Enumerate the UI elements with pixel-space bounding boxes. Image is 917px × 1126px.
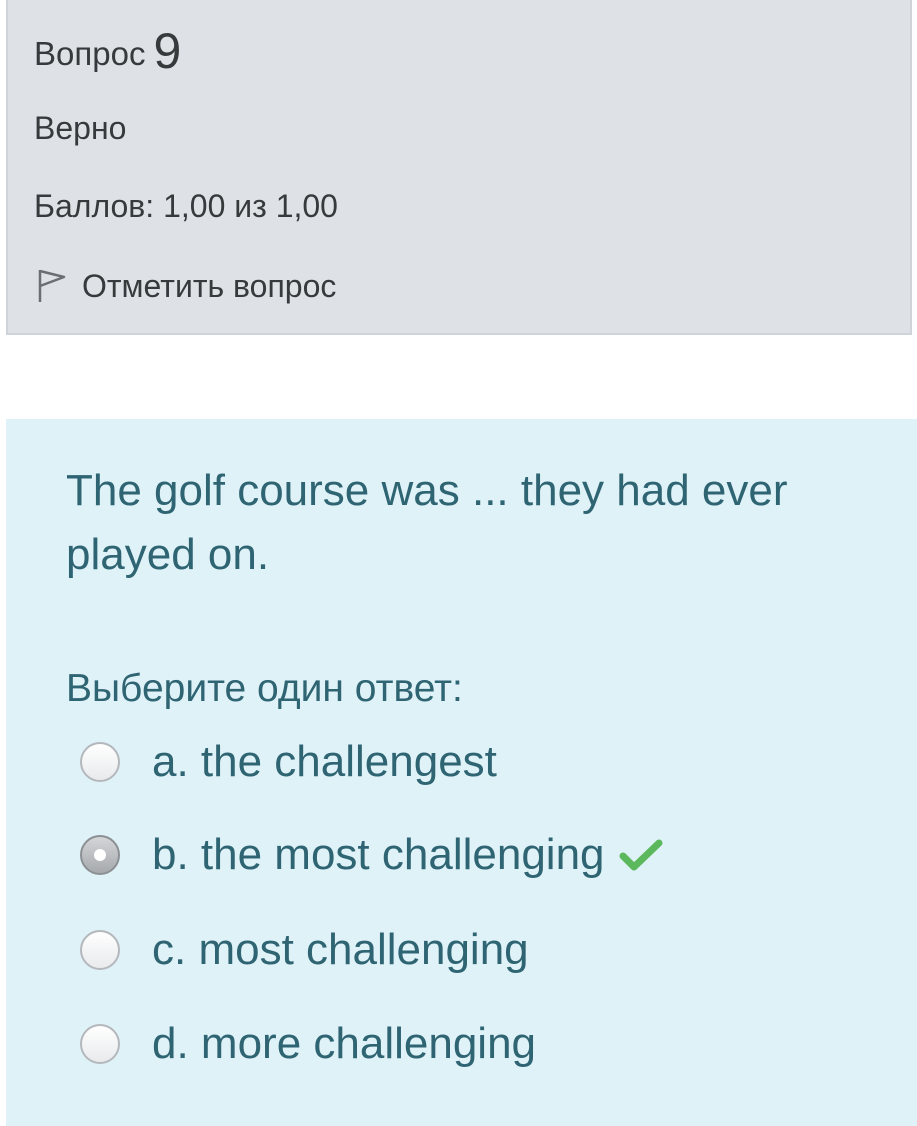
flag-question-link[interactable]: Отметить вопрос [34, 266, 336, 306]
radio-button-c[interactable] [80, 930, 120, 970]
question-text: The golf course was ... they had ever pl… [66, 466, 788, 579]
check-icon [619, 838, 663, 872]
question-number-value: 9 [153, 23, 182, 79]
answer-label-c: c. most challenging [152, 925, 529, 974]
radio-button-d[interactable] [80, 1024, 120, 1064]
answer-label-d: d. more challenging [152, 1019, 537, 1068]
radio-button-b[interactable] [80, 835, 120, 875]
answer-label-b: b. the most challenging [152, 830, 605, 879]
answer-option-a[interactable]: a. the challengest [80, 737, 497, 787]
answer-label-a: a. the challengest [152, 737, 497, 786]
flag-label: Отметить вопрос [82, 267, 337, 304]
answer-option-c[interactable]: c. most challenging [80, 925, 529, 975]
answer-option-d[interactable]: d. more challenging [80, 1019, 536, 1069]
answer-option-b[interactable]: b. the most challenging [80, 830, 663, 880]
radio-button-a[interactable] [80, 742, 120, 782]
answer-prompt: Выберите один ответ: [66, 667, 463, 710]
question-grade: Баллов: 1,00 из 1,00 [34, 188, 338, 224]
question-label: Вопрос [34, 35, 146, 72]
question-formulation: The golf course was ... they had ever pl… [6, 419, 917, 1126]
flag-icon [34, 266, 68, 306]
question-info-panel: Вопрос 9 Верно Баллов: 1,00 из 1,00 Отмет… [6, 0, 912, 335]
question-number: Вопрос 9 [34, 22, 181, 80]
question-state: Верно [34, 110, 127, 146]
